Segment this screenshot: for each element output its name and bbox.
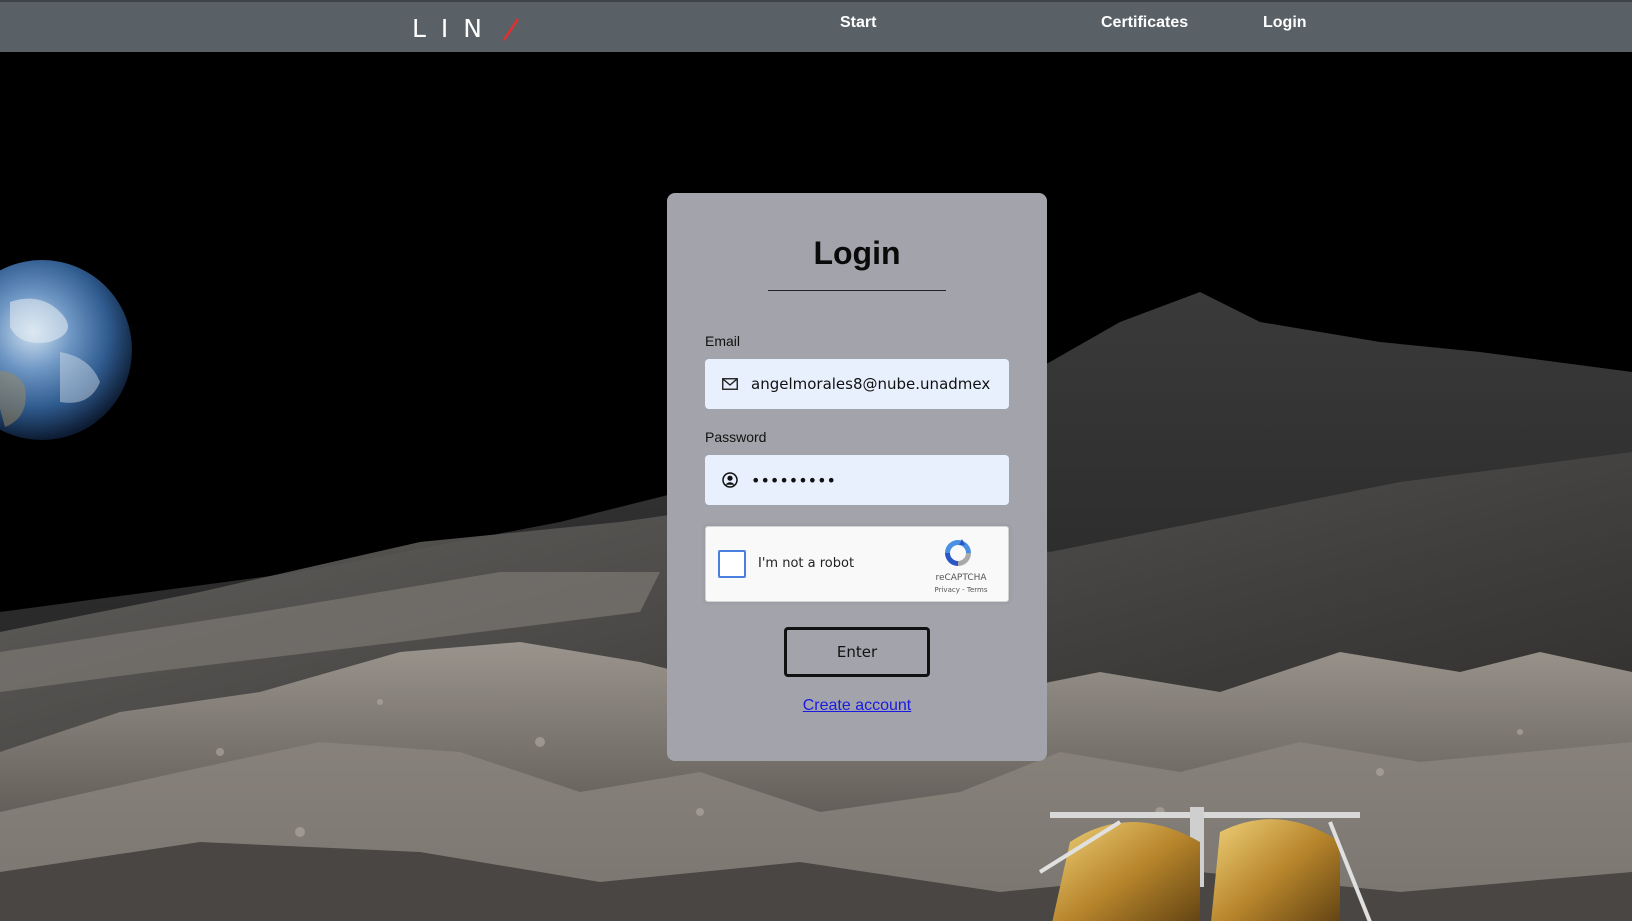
logo-text: LIN: [412, 13, 498, 43]
login-card: Login Email Password: [667, 193, 1047, 761]
enter-button[interactable]: Enter: [784, 627, 930, 677]
email-label: Email: [705, 333, 741, 349]
logo-slash-icon: [502, 18, 520, 41]
recaptcha-label: I'm not a robot: [758, 556, 855, 571]
nav-link-certificates[interactable]: Certificates: [1101, 14, 1188, 32]
email-field-wrapper[interactable]: [705, 359, 1009, 409]
envelope-icon: [721, 375, 739, 393]
recaptcha-brand: reCAPTCHA: [935, 573, 987, 583]
recaptcha-checkbox[interactable]: [718, 550, 746, 578]
email-field[interactable]: [751, 375, 991, 393]
top-navbar: LIN Start Certificates Login: [0, 0, 1632, 52]
recaptcha-links: Privacy - Terms: [928, 586, 994, 594]
nav-link-login[interactable]: Login: [1263, 14, 1307, 32]
user-circle-icon: [721, 471, 739, 489]
page: LIN Start Certificates Login Login Email…: [0, 0, 1632, 921]
create-account-link[interactable]: Create account: [667, 697, 1047, 715]
recaptcha-link-separator: -: [959, 586, 967, 594]
login-title: Login: [813, 235, 901, 271]
recaptcha-logo-icon: [945, 539, 971, 566]
recaptcha-widget: I'm not a robot reCAPTCHA Privacy - Term…: [705, 526, 1009, 602]
title-divider: [768, 290, 946, 291]
password-field-wrapper[interactable]: [705, 455, 1009, 505]
password-field[interactable]: [751, 470, 991, 490]
recaptcha-terms-link[interactable]: Terms: [967, 586, 988, 594]
nav-link-start[interactable]: Start: [840, 14, 876, 32]
password-label: Password: [705, 429, 767, 445]
recaptcha-privacy-link[interactable]: Privacy: [935, 586, 960, 594]
site-logo[interactable]: LIN: [412, 13, 520, 43]
